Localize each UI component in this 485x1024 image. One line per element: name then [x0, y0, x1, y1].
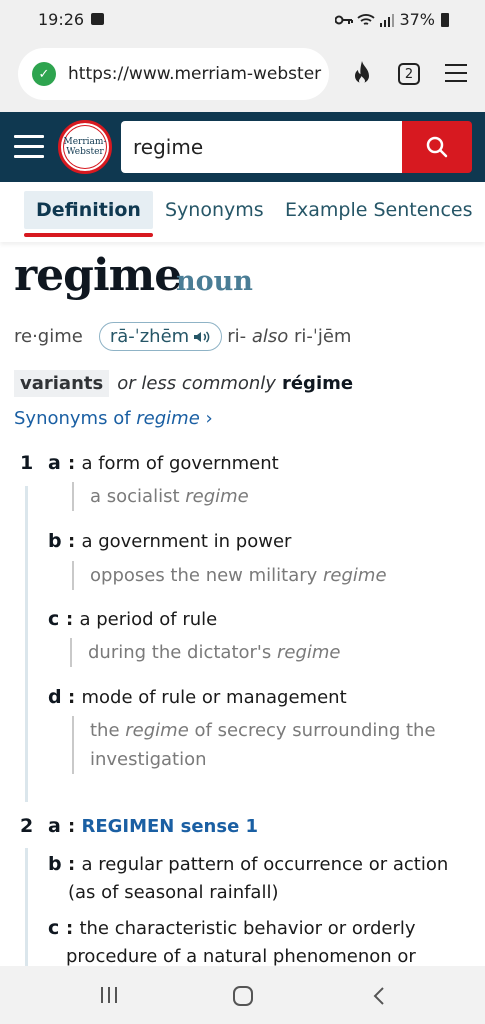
ex-1d-pre: the [90, 720, 120, 741]
search-icon [426, 136, 448, 158]
key-icon [335, 15, 354, 24]
ex-1a-word: regime [185, 486, 249, 507]
recent-apps-icon[interactable] [99, 986, 119, 1004]
ex-1b-word: regime [323, 565, 387, 586]
sense-number-1: 1 [20, 452, 34, 474]
sense-1b-text: a government in power [81, 531, 292, 552]
pronunciation-button[interactable]: rā-ˈzhēm [98, 322, 223, 351]
speaker-icon [194, 330, 210, 343]
system-nav-bar [0, 966, 485, 1024]
sense-2c-line1: the characteristic behavior or orderly [79, 918, 416, 939]
sense-1a-text: a form of government [81, 453, 279, 474]
sense-1d-letter: d [48, 686, 62, 708]
hamburger-menu-icon[interactable] [14, 135, 44, 165]
merriam-webster-logo[interactable]: Merriam- Webster [58, 120, 112, 174]
address-bar[interactable]: ✓ https://www.merriam-webster [18, 48, 329, 100]
ex-1d-line2: investigation [90, 749, 207, 770]
wifi-icon [357, 13, 376, 25]
sense-2a-definition: : REGIMEN sense 1 [68, 816, 259, 837]
sense-1c-example: during the dictator's regime [70, 638, 341, 667]
browser-menu-icon[interactable] [445, 64, 467, 88]
logo-line2: Webster [66, 147, 104, 157]
sense-1c-definition: : a period of rule [66, 609, 218, 630]
pronunciation-text: rā-ˈzhēm [109, 326, 190, 347]
syllables: re·gime [14, 326, 83, 347]
ex-1c-pre: during the dictator's [88, 642, 272, 663]
section-tabs: Definition Synonyms Example Sentences [0, 182, 485, 242]
status-bar: 19:26 37% [0, 0, 485, 40]
home-icon[interactable] [232, 986, 254, 1006]
ex-1c-word: regime [277, 642, 341, 663]
ex-1a-pre: a socialist [90, 486, 180, 507]
sense-1a-example: a socialist regime [72, 482, 249, 511]
search-button[interactable] [402, 121, 472, 173]
sense-1b-letter: b [48, 530, 62, 552]
battery-icon [441, 12, 449, 27]
chevron-right-icon: › [205, 408, 213, 429]
pronunciation-row: re·gime rā-ˈzhēm ri- also ri-ˈjēm [14, 322, 351, 351]
synonyms-link-prefix: Synonyms of [14, 408, 131, 429]
sense-1b-definition: : a government in power [68, 531, 292, 552]
sense-2c-line2: procedure of a natural phenomenon or [66, 946, 416, 967]
clock: 19:26 [38, 10, 85, 29]
sense-2-rule [25, 848, 28, 966]
variants-text: or less commonly [117, 373, 276, 394]
shield-check-icon[interactable]: ✓ [32, 62, 56, 86]
sense-number-2: 2 [20, 815, 34, 837]
sense-2c-definition: : the characteristic behavior or orderly… [66, 918, 416, 967]
back-icon[interactable] [372, 986, 386, 1006]
sense-2b-line1: a regular pattern of occurrence or actio… [81, 854, 449, 875]
battery-percent: 37% [399, 10, 435, 29]
tab-synonyms[interactable]: Synonyms [153, 191, 276, 229]
sense-1d-definition: : mode of rule or management [68, 687, 347, 708]
search-input[interactable]: regime [121, 121, 403, 173]
sense-1c-letter: c [48, 608, 60, 630]
logo-line1: Merriam- [63, 137, 107, 147]
ex-1b-pre: opposes the new military [90, 565, 318, 586]
synonyms-link[interactable]: Synonyms of regime › [14, 408, 213, 429]
ex-1d-word: regime [125, 720, 189, 741]
status-right: 37% [335, 10, 449, 29]
headword: regime [14, 250, 182, 301]
sense-2b-line2: (as of seasonal rainfall) [68, 882, 279, 903]
tab-example-sentences[interactable]: Example Sentences [273, 191, 484, 229]
alt-pron-text: ri-ˈjēm [293, 326, 352, 347]
signal-icon [380, 13, 395, 27]
ex-1d-post: of secrecy surrounding the [194, 720, 436, 741]
part-of-speech[interactable]: noun [176, 266, 253, 297]
sense-1d-text: mode of rule or management [81, 687, 347, 708]
sense-1a-letter: a [48, 452, 61, 474]
fire-icon[interactable] [350, 60, 374, 88]
sense-2a-letter: a [48, 815, 61, 837]
sense-1-rule [25, 486, 28, 802]
variants-word: régime [281, 373, 354, 394]
synonyms-link-word: regime [136, 408, 200, 429]
sense-1a-definition: : a form of government [68, 453, 279, 474]
site-header: Merriam- Webster regime [0, 112, 485, 182]
sense-1b-example: opposes the new military regime [72, 561, 387, 590]
alt-pron-prefix: ri- [227, 326, 247, 347]
alt-pronunciation: ri- also ri-ˈjēm [227, 326, 351, 347]
sense-1d-example: the regime of secrecy surrounding the in… [72, 716, 436, 774]
sense-2b-letter: b [48, 853, 62, 875]
variants-label: variants [14, 370, 110, 397]
tab-switcher-button[interactable]: 2 [398, 63, 420, 85]
sense-2c-letter: c [48, 917, 60, 939]
image-icon [91, 13, 104, 25]
url-text: https://www.merriam-webster [68, 64, 322, 84]
sense-2b-definition: : a regular pattern of occurrence or act… [68, 854, 449, 903]
browser-toolbar: ✓ https://www.merriam-webster 2 [0, 40, 485, 112]
variants-row: variants or less commonly régime [14, 370, 353, 397]
regimen-link[interactable]: REGIMEN sense 1 [81, 816, 258, 837]
tab-definition[interactable]: Definition [24, 191, 153, 237]
sense-1c-text: a period of rule [79, 609, 218, 630]
alt-pron-also: also [251, 326, 289, 347]
